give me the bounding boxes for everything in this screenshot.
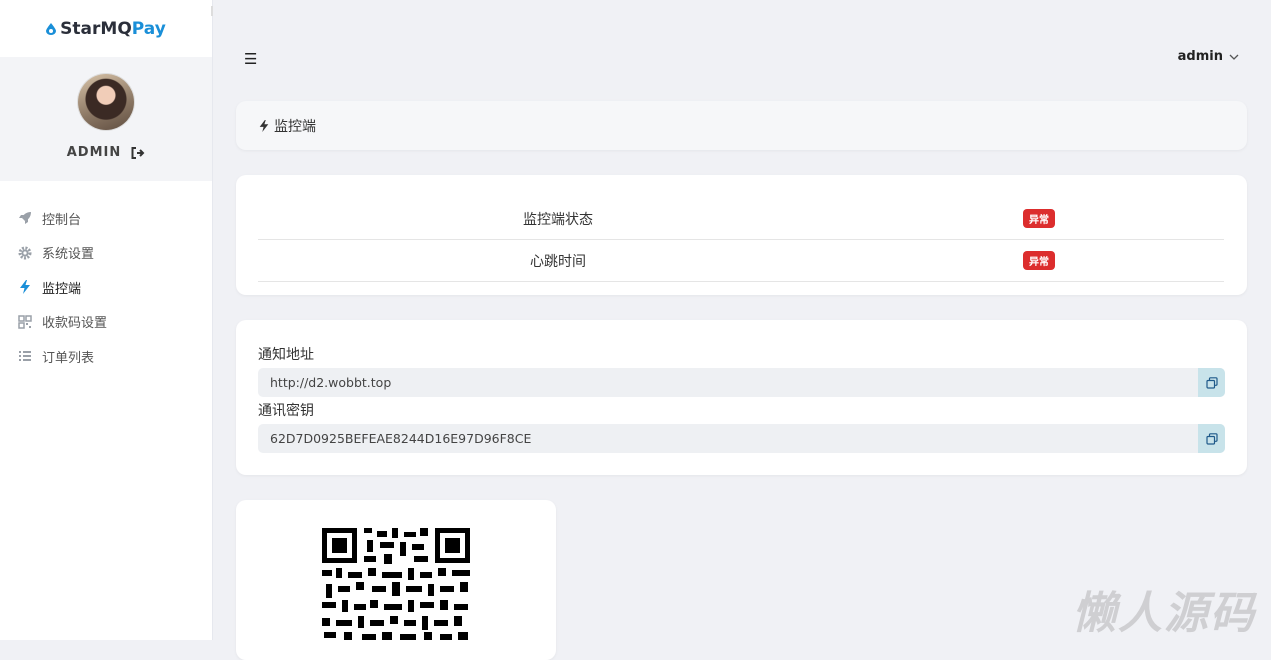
sidebar-item-orders[interactable]: 订单列表: [0, 339, 212, 374]
notify-url-label: 通知地址: [258, 347, 314, 363]
notify-url-field[interactable]: http://d2.wobbt.top: [258, 368, 1225, 397]
status-badge: 异常: [1023, 251, 1055, 270]
secret-key-value[interactable]: 62D7D0925BEFEAE8244D16E97D96F8CE: [270, 431, 531, 446]
menu-toggle-icon[interactable]: ☰: [244, 50, 257, 68]
user-dropdown[interactable]: admin: [1178, 49, 1239, 64]
sidebar-item-monitor[interactable]: 监控端: [0, 270, 212, 305]
copy-icon: [1205, 376, 1218, 389]
sidebar-item-dashboard[interactable]: 控制台: [0, 201, 212, 236]
sidebar: StarMQ Pay ADMIN 控制台 系统设置 监控端 收款码设置 订单列表: [0, 0, 213, 640]
secret-key-field[interactable]: 62D7D0925BEFEAE8244D16E97D96F8CE: [258, 424, 1225, 453]
sidebar-item-settings[interactable]: 系统设置: [0, 236, 212, 271]
user-name: admin: [1177, 49, 1223, 64]
watermark: 懒人源码: [1072, 588, 1256, 639]
rocket-icon: [19, 212, 31, 225]
bolt-icon: [259, 120, 269, 132]
qrcode-card: [236, 500, 556, 660]
table-row: 心跳时间 异常: [258, 239, 1224, 282]
chevron-down-icon: [1229, 54, 1239, 60]
secret-key-label: 通讯密钥: [258, 403, 314, 419]
top-header: ☰ admin: [236, 40, 1247, 74]
status-label: 监控端状态: [523, 212, 593, 228]
page-title-text: 监控端: [274, 119, 316, 135]
copy-secret-key-button[interactable]: [1198, 424, 1225, 453]
config-card: 通知地址 http://d2.wobbt.top 通讯密钥 62D7D0925B…: [236, 320, 1247, 475]
list-icon: [19, 351, 31, 362]
status-label: 心跳时间: [530, 254, 586, 270]
qrcode-icon: [18, 315, 32, 329]
gear-icon: [18, 246, 32, 260]
profile-panel: ADMIN: [0, 57, 212, 181]
status-badge: 异常: [1023, 209, 1055, 228]
logout-icon[interactable]: [131, 146, 145, 159]
sidebar-item-qrcode[interactable]: 收款码设置: [0, 305, 212, 340]
sidebar-resize-handle: [211, 6, 213, 16]
page-title: 监控端: [258, 116, 316, 136]
qrcode-image: [322, 528, 470, 640]
sidebar-menu: 控制台 系统设置 监控端 收款码设置 订单列表: [0, 201, 212, 374]
logo-text-accent: Pay: [131, 18, 166, 39]
breadcrumb: 监控端: [236, 101, 1247, 150]
avatar[interactable]: [78, 74, 134, 130]
profile-name: ADMIN: [0, 145, 212, 160]
logo-text-main: StarMQ: [60, 18, 132, 39]
notify-url-value[interactable]: http://d2.wobbt.top: [270, 375, 391, 390]
bolt-icon: [20, 280, 30, 295]
table-row: 监控端状态 异常: [258, 197, 1224, 240]
sidebar-item-label: 订单列表: [42, 350, 95, 366]
profile-name-text: ADMIN: [66, 145, 122, 160]
sidebar-item-label: 收款码设置: [42, 316, 108, 332]
sidebar-item-label: 控制台: [42, 212, 82, 228]
sidebar-item-label: 系统设置: [42, 247, 95, 263]
drop-icon: [46, 22, 57, 35]
copy-notify-url-button[interactable]: [1198, 368, 1225, 397]
sidebar-item-label: 监控端: [42, 281, 82, 297]
copy-icon: [1205, 432, 1218, 445]
app-logo[interactable]: StarMQ Pay: [0, 0, 212, 57]
monitor-status-card: 监控端状态 异常 心跳时间 异常: [236, 175, 1247, 295]
